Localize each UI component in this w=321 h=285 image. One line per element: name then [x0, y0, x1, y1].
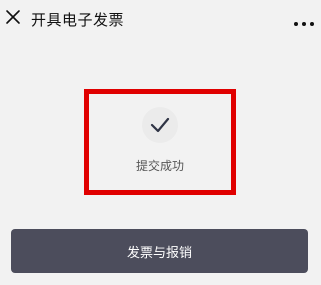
success-icon-circle — [142, 107, 178, 143]
invoice-result-page: 开具电子发票 提交成功 发票与报销 — [0, 0, 321, 285]
invoice-and-reimbursement-button[interactable]: 发票与报销 — [11, 229, 308, 273]
more-button[interactable] — [293, 13, 315, 26]
close-icon[interactable] — [4, 8, 22, 26]
checkmark-icon — [150, 117, 170, 133]
header-bar: 开具电子发票 — [0, 0, 321, 38]
page-title: 开具电子发票 — [31, 11, 125, 29]
close-button[interactable] — [4, 8, 22, 26]
submit-success-panel: 提交成功 — [84, 89, 236, 195]
primary-button-label: 发票与报销 — [126, 245, 192, 261]
status-text: 提交成功 — [135, 159, 184, 173]
more-icon[interactable] — [293, 20, 315, 28]
